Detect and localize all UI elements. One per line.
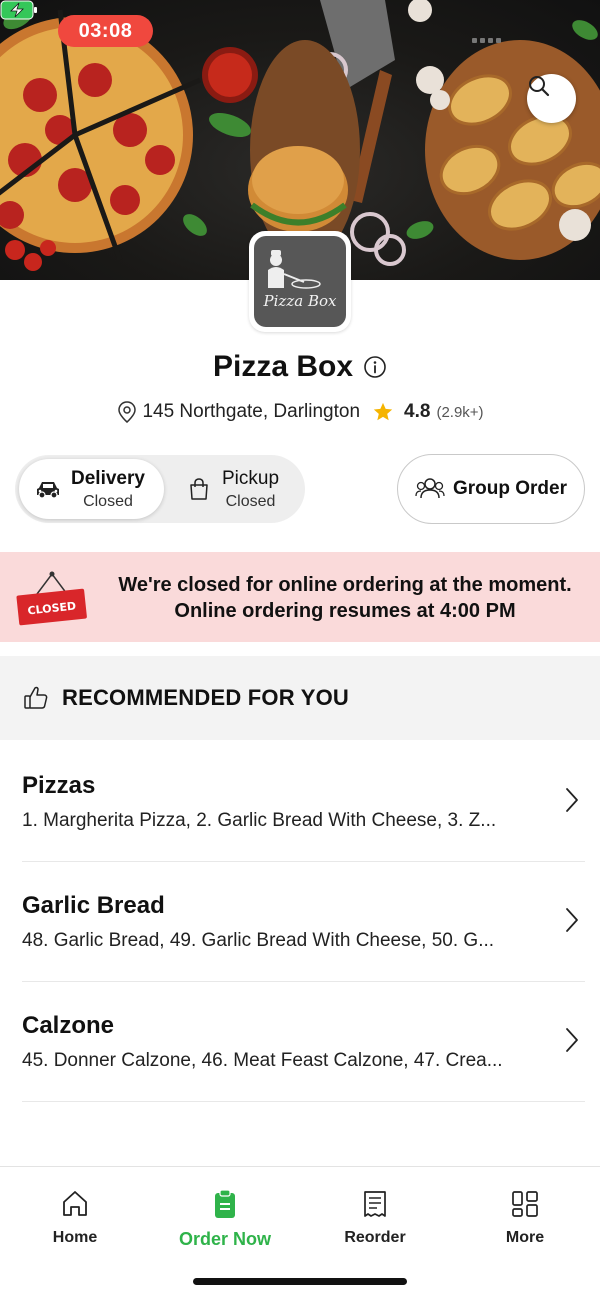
receipt-icon [364,1191,386,1217]
info-icon[interactable] [363,355,387,379]
category-items: 45. Donner Calzone, 46. Meat Feast Calzo… [22,1050,503,1071]
nav-more[interactable]: More [450,1189,600,1247]
recommended-title: RECOMMENDED FOR YOU [62,685,349,710]
delivery-option[interactable]: Delivery Closed [19,459,164,519]
closed-message-line2: Online ordering resumes at 4:00 PM [174,600,516,622]
chevron-right-icon [566,1028,578,1052]
address-row: 145 Northgate, Darlington 4.8 (2.9k+) [0,400,600,424]
category-row-garlic-bread[interactable]: Garlic Bread 48. Garlic Bread, 49. Garli… [22,862,585,982]
group-order-label: Group Order [452,478,567,499]
order-mode-toggle: Delivery Closed Pickup Closed [15,455,305,523]
restaurant-logo: Pizza Box [249,231,351,332]
restaurant-name-row: Pizza Box [0,350,600,384]
home-icon [63,1191,87,1216]
category-items: 1. Margherita Pizza, 2. Garlic Bread Wit… [22,810,497,831]
order-icon [215,1189,235,1218]
group-order-button[interactable]: Group Order [397,454,585,524]
category-row-pizzas[interactable]: Pizzas 1. Margherita Pizza, 2. Garlic Br… [22,742,585,862]
pickup-status: Closed [225,492,276,510]
chevron-right-icon [566,788,578,812]
nav-reorder-label: Reorder [344,1229,406,1246]
search-button[interactable] [527,74,576,123]
car-icon [37,482,59,499]
category-name: Garlic Bread [22,892,165,919]
signal-icon [472,38,501,43]
nav-home[interactable]: Home [0,1189,150,1247]
thumbs-up-icon [24,686,48,709]
grid-icon [512,1191,538,1217]
category-items: 48. Garlic Bread, 49. Garlic Bread With … [22,930,495,951]
closed-sign-icon: CLOSED [16,571,87,626]
nav-more-label: More [505,1229,545,1246]
star-icon [373,402,393,421]
recommended-header: RECOMMENDED FOR YOU [0,656,600,740]
bag-icon [190,478,208,500]
battery-charging-icon [0,0,37,20]
nav-home-label: Home [52,1229,98,1246]
chevron-right-icon [566,908,578,932]
closed-message: We're closed for online ordering at the … [100,572,590,624]
rating-value: 4.8 [404,401,431,422]
search-icon [529,76,550,97]
closed-message-line1: We're closed for online ordering at the … [118,574,572,596]
category-name: Calzone [22,1012,115,1039]
nav-order-now[interactable]: Order Now [150,1189,300,1250]
category-row-calzone[interactable]: Calzone 45. Donner Calzone, 46. Meat Fea… [22,982,585,1102]
delivery-label: Delivery [71,467,145,489]
restaurant-name: Pizza Box [212,350,354,383]
home-indicator[interactable] [193,1278,407,1285]
delivery-status: Closed [83,492,133,510]
svg-text:Pizza Box: Pizza Box [263,292,337,310]
pickup-label: Pickup [222,467,280,489]
group-icon [415,478,445,499]
pickup-option[interactable]: Pickup Closed [170,459,315,519]
category-name: Pizzas [22,772,96,799]
rating-count: (2.9k+) [436,403,484,421]
closed-banner: CLOSED We're closed for online ordering … [0,552,600,642]
nav-order-now-label: Order Now [178,1229,271,1249]
nav-reorder[interactable]: Reorder [300,1189,450,1247]
restaurant-address: 145 Northgate, Darlington [142,401,361,422]
status-time: 03:08 [58,15,153,47]
location-pin-icon [118,401,137,423]
pizza-box-logo-image: Pizza Box [263,250,337,310]
